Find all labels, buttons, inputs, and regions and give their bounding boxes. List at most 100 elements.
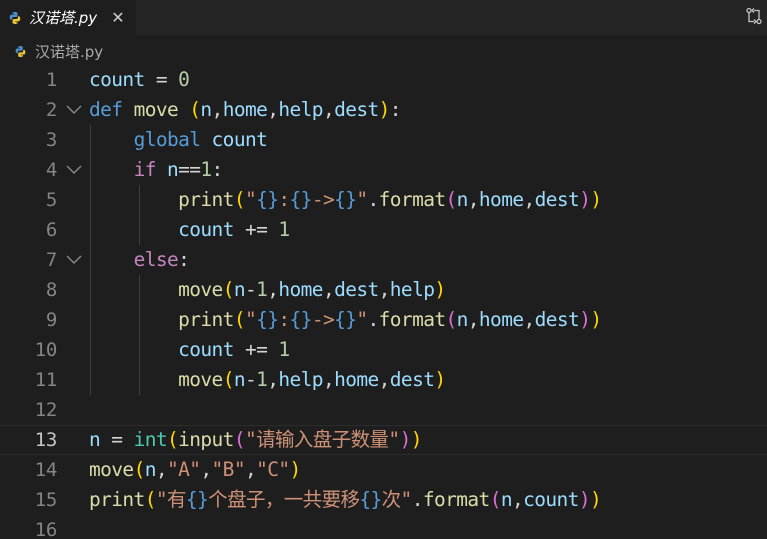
code-token: ( [233,428,246,451]
code-token: n [456,308,469,331]
code-token: global [133,128,201,151]
line-number: 8 [45,279,57,301]
code-text: global count [89,125,268,155]
code-text: n = int(input("请输入盘子数量")) [89,425,422,455]
code-token: n [200,98,212,121]
code-token: move [178,368,223,391]
code-token: ( [189,98,201,121]
code-token: ( [222,368,235,391]
code-token: help [389,278,435,301]
line-number: 6 [45,219,57,241]
code-token: n [233,278,246,301]
code-token: ( [144,488,157,511]
code-token: += [233,218,279,241]
code-text: print("{}:{}->{}".format(n,home,dest)) [89,185,602,215]
code-token: ( [445,188,458,211]
code-token: {} [359,488,382,511]
fold-chevron-icon[interactable] [64,253,84,267]
code-text: print("{}:{}->{}".format(n,home,dest)) [89,305,602,335]
code-token: home [478,308,524,331]
code-token: ) [378,98,391,121]
code-token: def [89,98,123,121]
code-token: if [133,158,157,181]
line-number: 11 [34,369,58,391]
code-text: move(n-1,help,home,dest) [89,365,446,395]
code-text: else: [89,245,190,275]
code-token: dest [534,308,580,331]
code-line[interactable]: 8 move(n-1,home,dest,help) [0,275,767,305]
code-token: 个盘子，一共要移 [208,488,360,511]
compare-changes-icon[interactable] [744,6,764,26]
close-tab-button[interactable]: ✕ [108,6,128,28]
code-line[interactable]: 11 move(n-1,help,home,dest) [0,365,767,395]
fold-chevron-icon[interactable] [64,103,84,117]
line-number: 15 [34,489,58,511]
code-token: , [155,458,168,481]
line-number: 3 [45,129,57,151]
code-token: "C" [256,458,290,481]
code-line[interactable]: 13 n = int(input("请输入盘子数量")) [0,425,767,455]
code-token: format [378,188,446,211]
code-token: , [200,458,212,481]
code-token: n [233,368,246,391]
code-line[interactable]: 4 if n==1: [0,155,767,185]
code-token: : [278,188,290,211]
code-token: ) [289,458,302,481]
code-token: n [500,488,513,511]
code-token: , [211,98,224,121]
line-number: 16 [34,519,58,539]
code-token: "请输入盘子数量" [244,428,400,451]
code-text: count = 0 [89,65,190,95]
code-line[interactable]: 9 print("{}:{}->{}".format(n,home,dest)) [0,305,767,335]
code-token: "B" [211,458,246,481]
code-token: n [456,188,469,211]
code-line[interactable]: 6 count += 1 [0,215,767,245]
code-token: ) [434,278,446,301]
code-line[interactable]: 1 count = 0 [0,65,767,95]
code-token: format [378,308,446,331]
code-token: , [322,278,335,301]
code-line[interactable]: 2 def move (n,home,help,dest): [0,95,767,125]
tab-title: 汉诺塔.py [29,9,98,27]
line-number: 13 [34,429,58,451]
fold-chevron-icon[interactable] [64,163,84,177]
line-number: 1 [45,69,57,91]
code-line[interactable]: 16 [0,515,767,539]
code-token: print [178,308,234,331]
code-token: ) [434,368,446,391]
code-token: 1 [200,158,212,181]
breadcrumb: 汉诺塔.py [0,35,767,67]
code-token: help [278,368,323,391]
code-token: , [523,308,535,331]
code-token: "有 [155,488,187,511]
code-line[interactable]: 10 count += 1 [0,335,767,365]
code-line[interactable]: 7 else: [0,245,767,275]
breadcrumb-file[interactable]: 汉诺塔.py [35,41,103,62]
code-token: : [389,98,402,121]
code-token: home [334,368,379,391]
code-token: ) [590,188,602,211]
code-text: count += 1 [89,215,290,245]
code-token: = [100,428,134,451]
code-line[interactable]: 15 print("有{}个盘子，一共要移{}次".format(n,count)… [0,485,767,515]
code-token: ( [133,458,146,481]
code-token: dest [389,368,435,391]
code-token: {} [256,308,279,331]
line-number: 14 [34,459,58,481]
code-line[interactable]: 12 [0,395,767,425]
editor-tab[interactable]: 汉诺塔.py ✕ [0,0,136,35]
code-line[interactable]: 5 print("{}:{}->{}".format(n,home,dest)) [0,185,767,215]
code-token: - [244,368,257,391]
code-token: ( [445,308,458,331]
code-line[interactable]: 14 move(n,"A","B","C") [0,455,767,485]
code-editor[interactable]: 1 count = 0 2 def move (n,home,help,dest): 3… [0,65,767,539]
code-line[interactable]: 3 global count [0,125,767,155]
code-token: ) [578,488,591,511]
line-number: 7 [45,249,57,271]
code-token: input [178,428,234,451]
code-token: n [89,428,101,451]
